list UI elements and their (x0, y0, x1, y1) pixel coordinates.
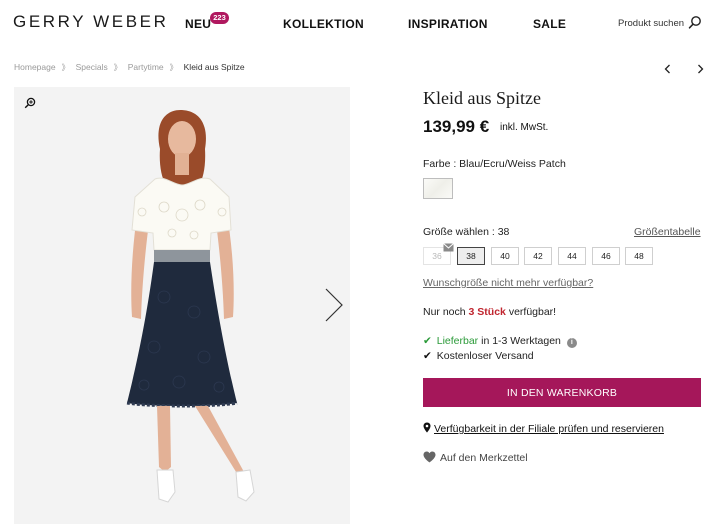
search-icon[interactable] (688, 15, 702, 29)
breadcrumb-separator: 》 (113, 63, 122, 72)
stock-prefix: Nur noch (423, 306, 466, 318)
nav-neu[interactable]: NEU (185, 17, 211, 31)
nav-inspiration[interactable]: INSPIRATION (408, 17, 488, 31)
heart-icon (423, 451, 436, 463)
product-title: Kleid aus Spitze (423, 88, 541, 108)
chevron-right-icon[interactable] (694, 62, 706, 76)
store-availability-label: Verfügbarkeit in der Filiale prüfen und … (434, 423, 664, 435)
size-option-46[interactable]: 46 (592, 247, 620, 265)
stock-count: 3 Stück (468, 306, 506, 318)
breadcrumb-current: Kleid aus Spitze (183, 62, 245, 72)
delivery-time: in 1-3 Werktagen (481, 335, 561, 347)
size-label: Größe wählen : 38 (423, 226, 510, 238)
wish-size-link[interactable]: Wunschgröße nicht mehr verfügbar? (423, 277, 593, 289)
stock-suffix: verfügbar! (508, 306, 557, 318)
chevron-left-icon[interactable] (662, 62, 674, 76)
stock-info: Nur noch 3 Stück verfügbar! (423, 306, 556, 318)
delivery-info: ✔ Lieferbar in 1-3 Werktagen i (423, 335, 577, 348)
new-items-badge: 223 (210, 12, 229, 24)
vat-note: inkl. MwSt. (500, 122, 549, 133)
size-option-38[interactable]: 38 (457, 247, 485, 265)
size-option-label: 40 (500, 251, 510, 261)
store-availability-link[interactable]: Verfügbarkeit in der Filiale prüfen und … (423, 422, 664, 435)
info-icon[interactable]: i (566, 338, 577, 348)
brand-logo[interactable]: GERRY WEBER (13, 12, 169, 32)
chevron-right-icon[interactable] (324, 287, 344, 323)
site-header: GERRY WEBER NEU 223 KOLLEKTION INSPIRATI… (0, 0, 720, 46)
breadcrumb-item-partytime[interactable]: Partytime (128, 62, 164, 72)
size-option-label: 44 (567, 251, 577, 261)
search-label[interactable]: Produkt suchen (618, 18, 684, 29)
size-option-40[interactable]: 40 (491, 247, 519, 265)
color-label: Farbe : Blau/Ecru/Weiss Patch (423, 158, 566, 170)
add-to-cart-button[interactable]: IN DEN WARENKORB (423, 378, 701, 407)
wishlist-button[interactable]: Auf den Merkzettel (423, 451, 528, 464)
checkmark-icon: ✔ (423, 350, 432, 362)
checkmark-icon: ✔ (423, 335, 432, 347)
size-option-label: 46 (601, 251, 611, 261)
size-option-label: 36 (432, 251, 442, 261)
nav-sale[interactable]: SALE (533, 17, 566, 31)
breadcrumb-item-specials[interactable]: Specials (76, 62, 108, 72)
breadcrumb: Homepage 》 Specials 》 Partytime 》 Kleid aus Sp… (14, 62, 245, 73)
shipping-info: ✔ Kostenloser Versand (423, 350, 534, 362)
size-option-36[interactable]: 36 (423, 243, 454, 265)
size-option-42[interactable]: 42 (524, 247, 552, 265)
map-pin-icon (423, 422, 431, 433)
nav-kollektion[interactable]: KOLLEKTION (283, 17, 364, 31)
breadcrumb-separator: 》 (61, 63, 70, 72)
size-option-label: 42 (533, 251, 543, 261)
size-chart-link[interactable]: Größentabelle (634, 226, 701, 238)
size-option-48[interactable]: 48 (625, 247, 653, 265)
envelope-icon (443, 243, 454, 252)
product-image[interactable] (14, 87, 350, 524)
wishlist-label: Auf den Merkzettel (440, 452, 528, 464)
delivery-status: Lieferbar (436, 335, 479, 347)
breadcrumb-separator: 》 (169, 63, 178, 72)
size-option-label: 48 (634, 251, 644, 261)
size-option-label: 38 (466, 251, 476, 261)
breadcrumb-item-homepage[interactable]: Homepage (14, 62, 56, 72)
size-option-44[interactable]: 44 (558, 247, 586, 265)
zoom-in-icon[interactable] (24, 97, 36, 109)
product-price: 139,99 € (423, 117, 490, 136)
product-photo (14, 87, 350, 524)
color-swatch[interactable] (423, 178, 453, 199)
shipping-text: Kostenloser Versand (436, 350, 534, 362)
